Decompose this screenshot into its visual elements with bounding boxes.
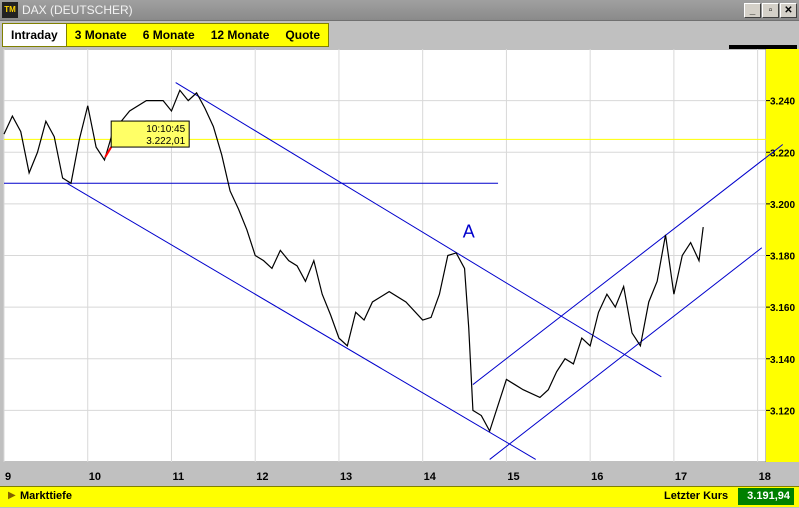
x-tick-label: 16 (591, 471, 603, 483)
x-tick-label: 13 (340, 471, 352, 483)
minimize-button[interactable]: _ (744, 3, 761, 18)
last-price-label: Letzter Kurs (664, 490, 729, 502)
annotation-label: A (463, 221, 475, 241)
timeframe-tabs: Intraday 3 Monate 6 Monate 12 Monate Quo… (2, 23, 330, 47)
y-tick-label: 3.120 (770, 406, 795, 417)
tab-quote[interactable]: Quote (277, 24, 328, 46)
app-icon: TM (2, 2, 18, 18)
y-tick-label: 3.160 (770, 303, 795, 314)
markttiefe-link[interactable]: Markttiefe (20, 490, 72, 502)
status-bar: ▶ Markttiefe Letzter Kurs 3.191,94 (0, 486, 799, 507)
close-button[interactable]: ✕ (780, 3, 797, 18)
tab-bar: Intraday 3 Monate 6 Monate 12 Monate Quo… (0, 21, 799, 65)
tab-intraday[interactable]: Intraday (3, 24, 67, 46)
x-tick-label: 15 (507, 471, 519, 483)
y-tick-label: 3.200 (770, 200, 795, 211)
x-tick-label: 18 (759, 471, 771, 483)
x-tick-label: 11 (172, 471, 184, 483)
tooltip-time: 10:10:45 (146, 124, 185, 135)
maximize-button[interactable]: ▫ (762, 3, 779, 18)
title-bar: TM DAX (DEUTSCHER) _ ▫ ✕ (0, 0, 799, 21)
y-tick-label: 3.180 (770, 252, 795, 263)
price-chart: 9 10 11 12 13 14 15 16 17 18 3.120 3.140 3.160 3.180 3… (0, 49, 799, 485)
y-tick-label: 3.240 (770, 97, 795, 108)
tab-12-monate[interactable]: 12 Monate (203, 24, 278, 46)
window-title: DAX (DEUTSCHER) (22, 3, 133, 17)
x-tick-label: 10 (89, 471, 101, 483)
x-tick-label: 9 (5, 471, 11, 483)
tab-6-monate[interactable]: 6 Monate (135, 24, 203, 46)
expand-arrow-icon[interactable]: ▶ (8, 490, 16, 501)
y-tick-label: 3.220 (770, 148, 795, 159)
x-tick-label: 17 (675, 471, 687, 483)
tab-3-monate[interactable]: 3 Monate (67, 24, 135, 46)
last-price-value: 3.191,94 (738, 488, 794, 505)
tooltip-value: 3.222,01 (146, 136, 185, 147)
chart-area: 9 10 11 12 13 14 15 16 17 18 3.120 3.140 3.160 3.180 3… (0, 49, 799, 485)
x-tick-label: 12 (256, 471, 268, 483)
x-tick-label: 14 (424, 471, 437, 483)
y-tick-label: 3.140 (770, 355, 795, 366)
